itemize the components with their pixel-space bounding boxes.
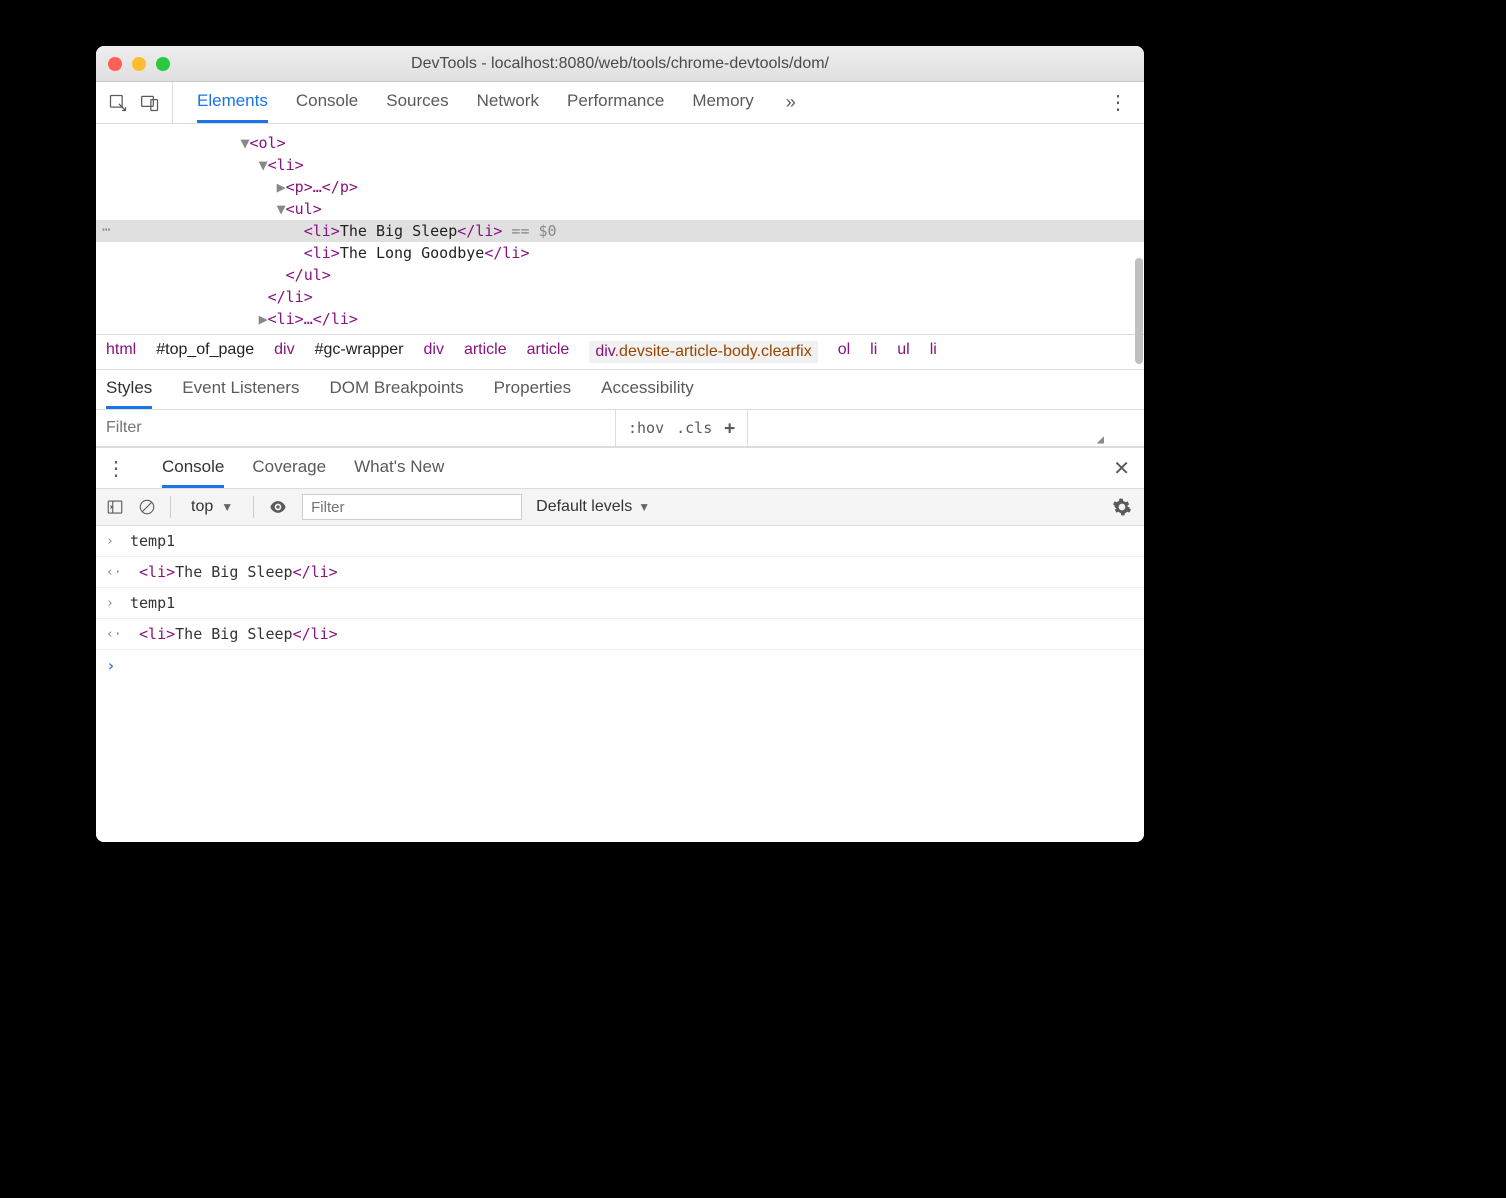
chevron-right-icon: › [106,656,120,675]
clear-console-icon[interactable] [138,498,156,516]
tabs-overflow-icon[interactable]: » [786,92,796,113]
crumb-div2[interactable]: div [424,341,444,363]
console-output-text: <li>The Big Sleep</li> [130,625,338,643]
caret-down-icon: ▼ [638,500,650,514]
console-input-row[interactable]: › temp1 [96,526,1144,557]
live-expression-icon[interactable] [268,497,288,517]
drawer-close-icon[interactable]: ✕ [1113,456,1130,481]
styles-tab-a11y[interactable]: Accessibility [601,370,694,409]
crumb-ol[interactable]: ol [838,341,850,363]
titlebar: DevTools - localhost:8080/web/tools/chro… [96,46,1144,82]
drawer-tab-console[interactable]: Console [162,448,224,488]
crumb-article2[interactable]: article [527,341,570,363]
separator [253,496,254,518]
chevron-right-icon: › [106,534,120,549]
crumb-top-of-page[interactable]: #top_of_page [156,341,254,363]
drawer-menu-icon[interactable]: ⋮ [106,456,126,481]
context-value: top [191,498,213,516]
console-filter-input[interactable] [302,494,522,520]
main-tabs: Elements Console Sources Network Perform… [96,82,1144,124]
levels-label: Default levels [536,498,632,516]
dom-tree[interactable]: ▼<ol> ▼<li> ▶<p>…</p> ▼<ul> ⋯ <li>The Bi… [96,124,1144,334]
toolbar-icons [108,82,173,123]
expand-hint-icon[interactable]: ◢ [1097,432,1104,446]
scrollbar-thumb[interactable] [1135,258,1143,364]
drawer: ⋮ Console Coverage What's New ✕ top ▼ De… [96,447,1144,842]
crumb-gc-wrapper[interactable]: #gc-wrapper [315,341,404,363]
styles-tab-styles[interactable]: Styles [106,370,152,409]
caret-down-icon: ▼ [221,500,233,514]
breadcrumb: html #top_of_page div #gc-wrapper div ar… [96,334,1144,369]
hov-button[interactable]: :hov [628,419,664,437]
dom-node-selected[interactable]: ⋯ <li>The Big Sleep</li> == $0 [96,220,1144,242]
tab-performance[interactable]: Performance [567,82,664,123]
console-toolbar: top ▼ Default levels ▼ [96,488,1144,526]
chevron-left-icon: ‹· [106,627,120,642]
crumb-ul[interactable]: ul [897,341,909,363]
device-toggle-icon[interactable] [140,93,160,113]
console-input-text: temp1 [130,594,175,612]
crumb-article1[interactable]: article [464,341,507,363]
styles-pane-tabs: Styles Event Listeners DOM Breakpoints P… [96,369,1144,409]
crumb-li2[interactable]: li [930,341,937,363]
devtools-window: DevTools - localhost:8080/web/tools/chro… [96,46,1144,842]
context-selector[interactable]: top ▼ [185,498,239,516]
window-title: DevTools - localhost:8080/web/tools/chro… [411,55,829,73]
cls-button[interactable]: .cls [676,419,712,437]
dom-node-li[interactable]: ▼<li> [96,154,1144,176]
chevron-left-icon: ‹· [106,565,120,580]
traffic-lights [108,57,170,71]
crumb-html[interactable]: html [106,341,136,363]
console-output-row[interactable]: ‹· <li>The Big Sleep</li> [96,557,1144,588]
styles-filter-input[interactable] [96,410,616,446]
dom-node-ul-close[interactable]: </ul> [96,264,1144,286]
minimize-window[interactable] [132,57,146,71]
tab-console[interactable]: Console [296,82,358,123]
dom-node-ol[interactable]: ▼<ol> [96,132,1144,154]
styles-tab-dom-bp[interactable]: DOM Breakpoints [329,370,463,409]
dom-node-li2[interactable]: ▶<li>…</li> [96,308,1144,330]
console-input-row[interactable]: › temp1 [96,588,1144,619]
new-style-rule-icon[interactable]: + [724,418,735,439]
inspect-icon[interactable] [108,93,128,113]
tab-memory[interactable]: Memory [692,82,753,123]
dom-node-li-close[interactable]: </li> [96,286,1144,308]
console-output-row[interactable]: ‹· <li>The Big Sleep</li> [96,619,1144,650]
console-sidebar-toggle-icon[interactable] [106,498,124,516]
console-output-text: <li>The Big Sleep</li> [130,563,338,581]
tab-sources[interactable]: Sources [386,82,448,123]
crumb-li1[interactable]: li [870,341,877,363]
console-settings-icon[interactable] [1112,497,1132,517]
styles-filter-row: :hov .cls + ◢ [96,409,1144,447]
tab-elements[interactable]: Elements [197,82,268,123]
dom-node-li-long[interactable]: <li>The Long Goodbye</li> [96,242,1144,264]
styles-tab-props[interactable]: Properties [494,370,571,409]
ellipsis-icon[interactable]: ⋯ [102,222,110,238]
tab-network[interactable]: Network [477,82,539,123]
zoom-window[interactable] [156,57,170,71]
dom-node-p[interactable]: ▶<p>…</p> [96,176,1144,198]
dom-node-ul[interactable]: ▼<ul> [96,198,1144,220]
console-input-text: temp1 [130,532,175,550]
chevron-right-icon: › [106,596,120,611]
crumb-div-devsite[interactable]: div.devsite-article-body.clearfix [589,341,817,363]
separator [170,496,171,518]
tab-list: Elements Console Sources Network Perform… [197,82,754,123]
styles-filter-buttons: :hov .cls + ◢ [616,410,748,446]
main-menu-icon[interactable]: ⋮ [1108,90,1128,115]
crumb-div1[interactable]: div [274,341,294,363]
styles-tab-listeners[interactable]: Event Listeners [182,370,299,409]
close-window[interactable] [108,57,122,71]
log-levels-selector[interactable]: Default levels ▼ [536,498,650,516]
drawer-tabs: ⋮ Console Coverage What's New ✕ [96,448,1144,488]
console-body[interactable]: › temp1 ‹· <li>The Big Sleep</li> › temp… [96,526,1144,842]
drawer-tab-whatsnew[interactable]: What's New [354,448,444,488]
drawer-tab-coverage[interactable]: Coverage [252,448,326,488]
console-prompt-row[interactable]: › [96,650,1144,681]
